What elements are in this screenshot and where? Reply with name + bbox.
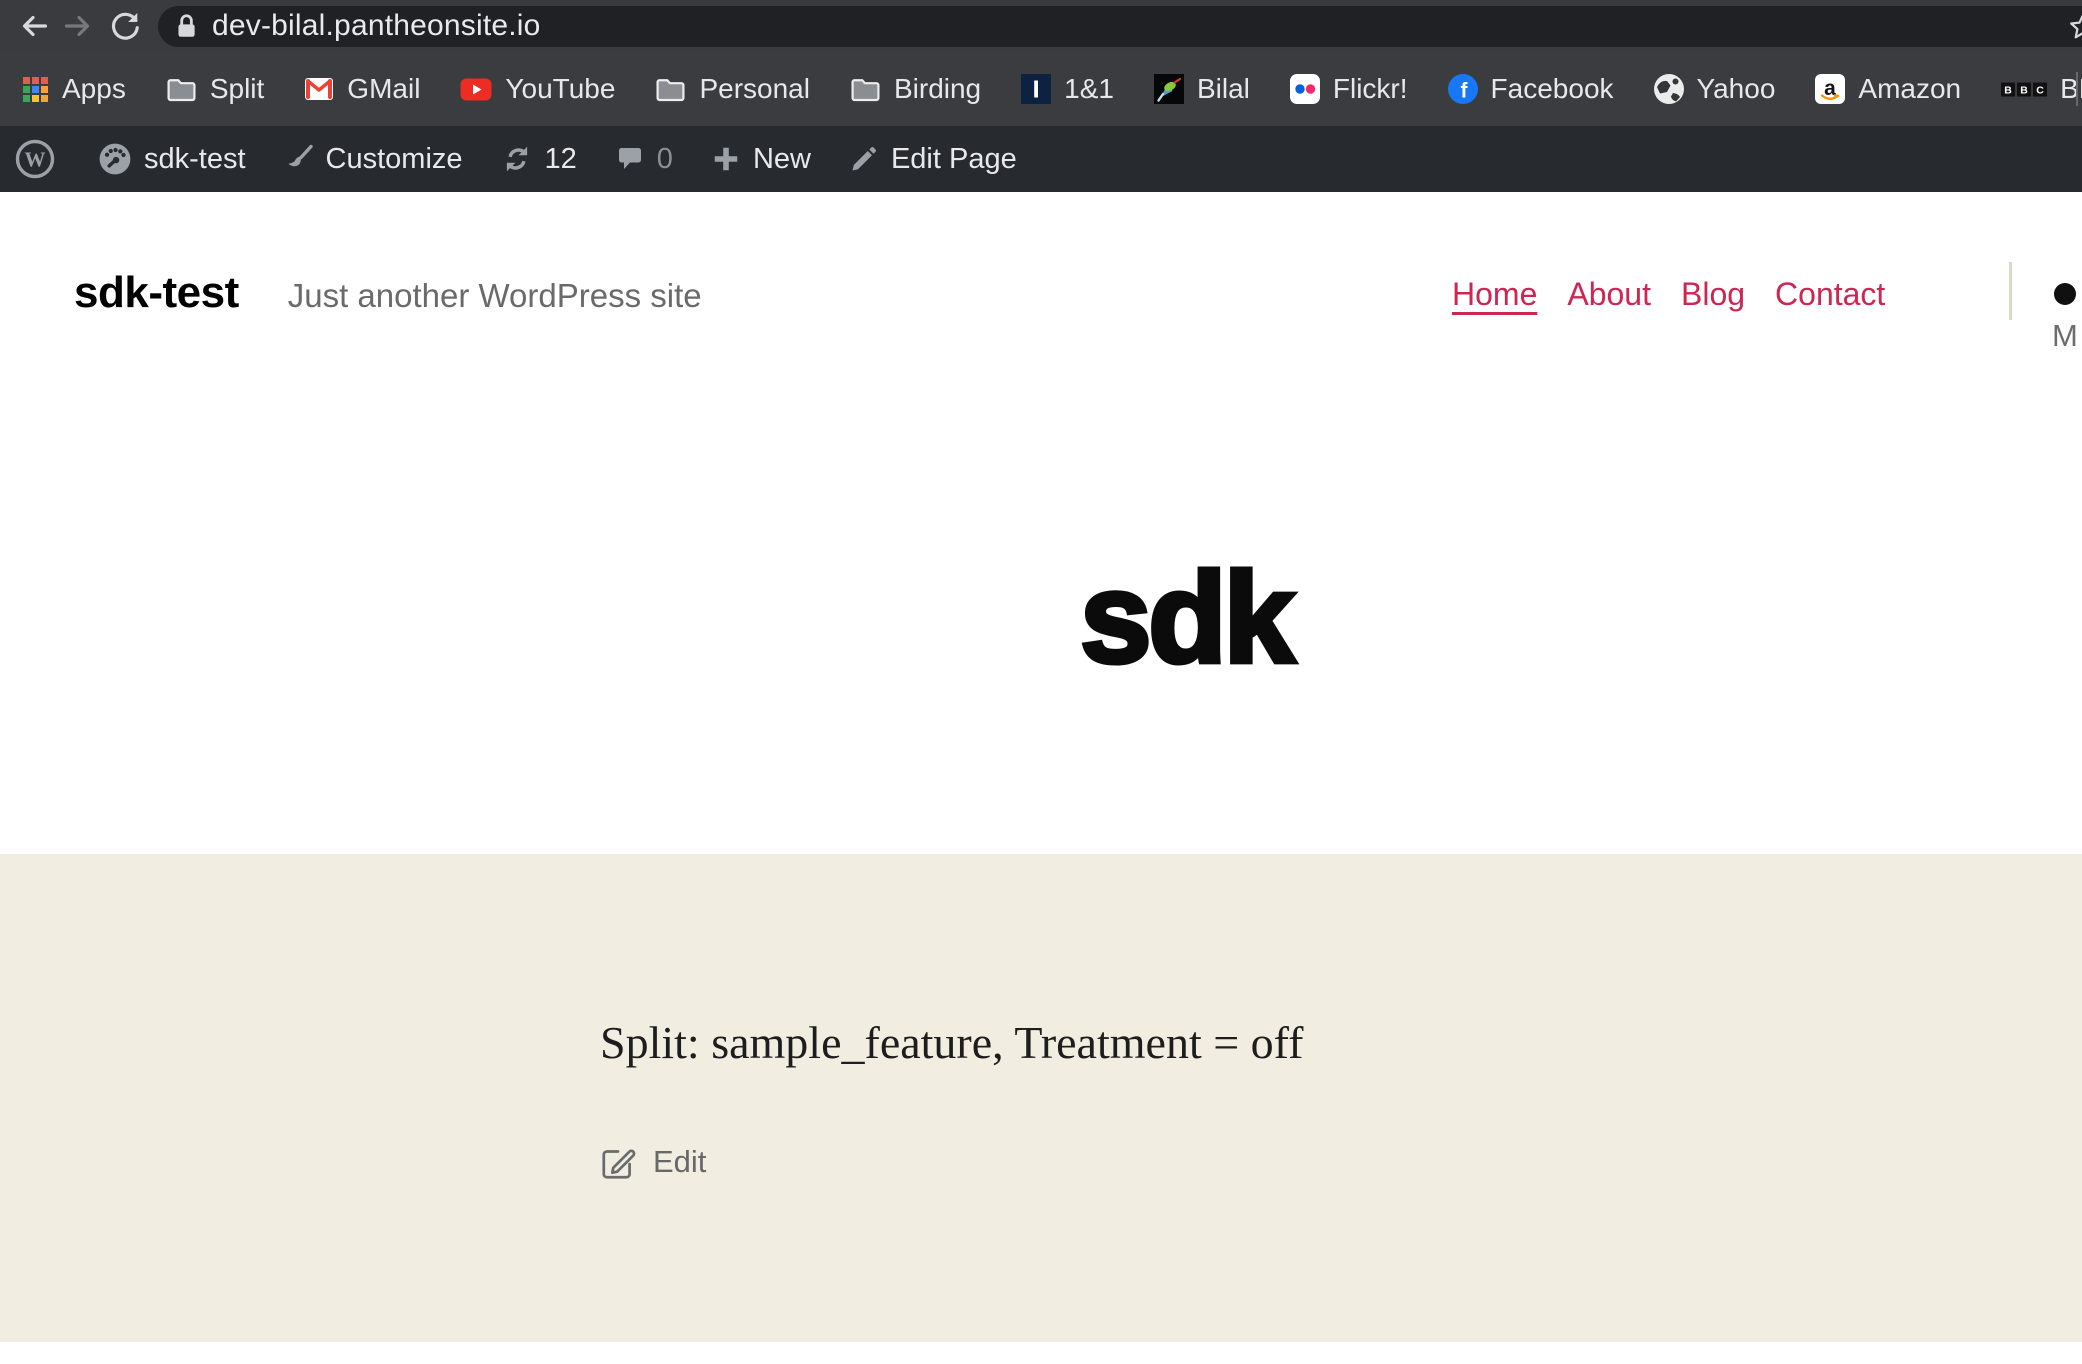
url-text: dev-bilal.pantheonsite.io bbox=[212, 9, 541, 43]
bookmark-label: BBC bbox=[2060, 73, 2082, 105]
bookmark-label: YouTube bbox=[505, 73, 615, 105]
header-divider bbox=[2009, 262, 2012, 320]
bookmark-label: Yahoo bbox=[1697, 73, 1776, 105]
adminbar-new[interactable]: New bbox=[711, 143, 811, 176]
bookmark-bilal[interactable]: Bilal bbox=[1154, 73, 1250, 105]
wp-logo-menu[interactable]: W bbox=[14, 138, 56, 180]
site-branding: sdk-test Just another WordPress site bbox=[74, 268, 702, 318]
bookmark-label: 1&1 bbox=[1064, 73, 1114, 105]
svg-text:a: a bbox=[1825, 77, 1837, 100]
bookmark-label: Flickr! bbox=[1333, 73, 1408, 105]
adminbar-edit-page-label: Edit Page bbox=[891, 143, 1017, 176]
bookmark-1and1[interactable]: 1&1 bbox=[1021, 73, 1114, 105]
nav-link-about[interactable]: About bbox=[1567, 276, 1651, 313]
forward-button[interactable] bbox=[56, 3, 102, 49]
page-content: sdk-test Just another WordPress site Hom… bbox=[0, 192, 2082, 1364]
reload-icon bbox=[108, 9, 142, 43]
bookmark-label: GMail bbox=[347, 73, 420, 105]
address-bar[interactable]: dev-bilal.pantheonsite.io bbox=[158, 6, 2082, 47]
bookmark-label: Birding bbox=[894, 73, 981, 105]
bookmarks-bar: Apps Split GMail YouTube Personal Birdi bbox=[0, 52, 2082, 126]
adminbar-comments[interactable]: 0 bbox=[615, 143, 673, 176]
hummingbird-icon bbox=[1154, 74, 1184, 104]
svg-text:W: W bbox=[25, 148, 46, 172]
bookmark-star-button[interactable] bbox=[2068, 12, 2082, 42]
bookmark-yahoo[interactable]: Yahoo bbox=[1654, 73, 1776, 105]
adminbar-site-label: sdk-test bbox=[144, 143, 246, 176]
bookmark-label: Bilal bbox=[1197, 73, 1250, 105]
nav-link-blog[interactable]: Blog bbox=[1681, 276, 1745, 313]
bookmark-youtube[interactable]: YouTube bbox=[460, 73, 615, 105]
gmail-icon bbox=[304, 77, 334, 101]
bookmark-gmail[interactable]: GMail bbox=[304, 73, 420, 105]
bookmark-birding-folder[interactable]: Birding bbox=[850, 73, 981, 105]
nav-link-home[interactable]: Home bbox=[1452, 276, 1537, 313]
bookmark-label: Split bbox=[210, 73, 264, 105]
lock-icon bbox=[174, 12, 198, 40]
header-cutoff-letter: M bbox=[2052, 318, 2078, 354]
adminbar-comments-count: 0 bbox=[657, 143, 673, 176]
adminbar-updates-count: 12 bbox=[545, 143, 577, 176]
site-title[interactable]: sdk-test bbox=[74, 268, 239, 318]
bookmark-label: Facebook bbox=[1491, 73, 1614, 105]
amazon-icon: a bbox=[1815, 74, 1845, 104]
bookmark-personal-folder[interactable]: Personal bbox=[655, 73, 810, 105]
comment-bubble-icon bbox=[615, 143, 645, 175]
adminbar-edit-page[interactable]: Edit Page bbox=[849, 143, 1017, 176]
star-icon bbox=[2068, 12, 2082, 42]
bookmark-bbc[interactable]: B B C BBC bbox=[2001, 73, 2082, 105]
folder-icon bbox=[655, 76, 686, 102]
pencil-icon bbox=[849, 144, 879, 174]
primary-nav: Home About Blog Contact bbox=[1452, 276, 1885, 313]
bookmark-amazon[interactable]: a Amazon bbox=[1815, 73, 1961, 105]
bookmark-apps[interactable]: Apps bbox=[22, 73, 126, 105]
header-cutoff-dot bbox=[2054, 283, 2076, 305]
adminbar-updates[interactable]: 12 bbox=[501, 143, 577, 176]
bookmark-facebook[interactable]: f Facebook bbox=[1448, 73, 1614, 105]
adminbar-customize[interactable]: Customize bbox=[284, 143, 463, 176]
edit-link-label: Edit bbox=[653, 1144, 706, 1180]
folder-icon bbox=[166, 76, 197, 102]
folder-icon bbox=[850, 76, 881, 102]
bookmarks-bar-divider bbox=[2076, 72, 2078, 106]
browser-toolbar: dev-bilal.pantheonsite.io bbox=[0, 0, 2082, 52]
wordpress-logo-icon: W bbox=[14, 138, 56, 180]
paintbrush-icon bbox=[284, 143, 314, 175]
bbc-blocks-icon: B B C bbox=[2001, 82, 2047, 97]
globe-icon bbox=[1654, 74, 1684, 104]
nav-link-contact[interactable]: Contact bbox=[1775, 276, 1885, 313]
bookmark-split-folder[interactable]: Split bbox=[166, 73, 264, 105]
svg-text:C: C bbox=[2036, 84, 2044, 96]
flickr-icon bbox=[1290, 74, 1320, 104]
adminbar-new-label: New bbox=[753, 143, 811, 176]
dashboard-gauge-icon bbox=[98, 142, 132, 176]
forward-arrow-icon bbox=[62, 9, 96, 43]
bookmark-label: Apps bbox=[62, 73, 126, 105]
split-status-text: Split: sample_feature, Treatment = off bbox=[600, 1016, 1303, 1069]
cover-section: Split: sample_feature, Treatment = off E… bbox=[0, 854, 2082, 1342]
adminbar-site-name[interactable]: sdk-test bbox=[98, 142, 246, 176]
updates-icon bbox=[501, 143, 533, 175]
bookmark-label: Personal bbox=[699, 73, 810, 105]
svg-text:f: f bbox=[1460, 80, 1468, 103]
bookmark-flickr[interactable]: Flickr! bbox=[1290, 73, 1408, 105]
plus-icon bbox=[711, 144, 741, 174]
back-button[interactable] bbox=[10, 3, 56, 49]
youtube-icon bbox=[460, 78, 492, 101]
site-tagline: Just another WordPress site bbox=[288, 277, 702, 315]
reload-button[interactable] bbox=[102, 3, 148, 49]
svg-text:B: B bbox=[2020, 84, 2028, 96]
svg-text:B: B bbox=[2004, 84, 2012, 96]
facebook-icon: f bbox=[1448, 74, 1478, 104]
edit-pencil-square-icon bbox=[598, 1142, 638, 1182]
adminbar-customize-label: Customize bbox=[326, 143, 463, 176]
bookmark-label: Amazon bbox=[1858, 73, 1961, 105]
back-arrow-icon bbox=[16, 9, 50, 43]
one-and-one-icon bbox=[1021, 74, 1051, 104]
edit-link[interactable]: Edit bbox=[598, 1142, 706, 1182]
site-logo-text: sdk bbox=[1080, 555, 1292, 683]
wp-admin-bar: W sdk-test Customize 12 bbox=[0, 126, 2082, 192]
apps-grid-icon bbox=[22, 76, 49, 103]
